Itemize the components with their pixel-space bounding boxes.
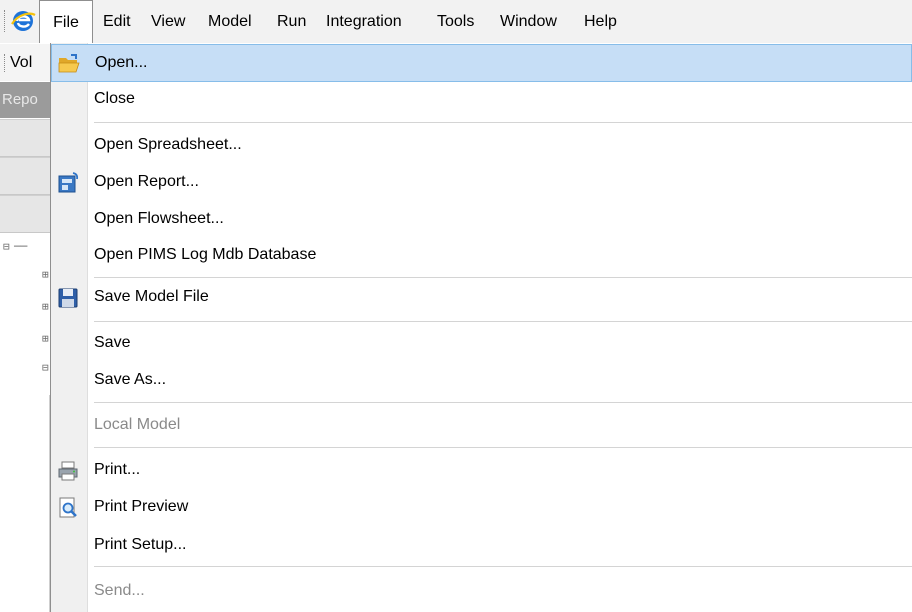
menu-separator [94,321,912,322]
menu-file[interactable]: File [39,0,93,43]
tree-expand-icon[interactable]: ⊞ [42,268,49,281]
menu-item-open-pims-log[interactable]: Open PIMS Log Mdb Database [51,237,912,275]
menu-item-open-spreadsheet[interactable]: Open Spreadsheet... [51,127,912,165]
menu-item-print-setup[interactable]: Print Setup... [51,527,912,565]
menu-window[interactable]: Window [500,0,557,43]
menu-view[interactable]: View [151,0,185,43]
menu-item-print-preview[interactable]: Print Preview [51,489,912,527]
menu-item-label: Save As... [94,371,167,388]
printer-icon [58,461,78,481]
menu-item-label: Save [94,334,131,351]
menu-item-save-model-file[interactable]: Save Model File [51,279,912,317]
menu-item-label: Close [94,90,135,107]
report-icon [58,172,79,193]
menu-run[interactable]: Run [277,0,306,43]
floppy-disk-icon [58,288,78,308]
menu-separator [94,402,912,403]
menu-item-label: Print... [94,461,141,478]
toolbar-grip[interactable] [4,54,5,72]
tree-expand-icon[interactable]: ⊞ [42,332,49,345]
menu-item-label: Open Report... [94,173,199,190]
tree-collapse-icon[interactable]: ⊟ [42,361,49,374]
menu-item-open-flowsheet[interactable]: Open Flowsheet... [51,201,912,239]
tree-branch-line: ── [14,240,28,253]
app-logo-icon[interactable] [10,9,36,33]
menu-model[interactable]: Model [208,0,252,43]
menu-item-save[interactable]: Save [51,325,912,363]
menu-item-label: Send... [94,582,145,599]
toolbar-grip[interactable] [4,10,7,32]
menu-item-open-report[interactable]: Open Report... [51,164,912,202]
menu-item-label: Open Spreadsheet... [94,136,242,153]
menu-separator [94,566,912,567]
menu-item-label: Print Preview [94,498,189,515]
menu-separator [94,447,912,448]
menu-edit[interactable]: Edit [103,0,131,43]
menu-item-send: Send... [51,573,912,611]
menu-separator [94,277,912,278]
menu-item-label: Open Flowsheet... [94,210,224,227]
menu-item-close[interactable]: Close [51,81,912,119]
menu-tools[interactable]: Tools [437,0,474,43]
menu-item-print[interactable]: Print... [51,452,912,490]
menu-bar: File Edit View Model Run Integration Too… [0,0,912,43]
menu-item-open[interactable]: Open... [51,44,912,82]
menu-item-save-as[interactable]: Save As... [51,362,912,400]
menu-item-label: Open... [95,54,148,71]
menu-separator [94,122,912,123]
toolbar-combo-text[interactable]: Vol [10,44,32,81]
print-preview-icon [59,497,77,518]
tree-collapse-icon[interactable]: ⊟ [3,240,10,253]
menu-item-label: Save Model File [94,288,209,305]
menu-help[interactable]: Help [584,0,617,43]
menu-integration[interactable]: Integration [326,0,402,43]
menu-item-label: Local Model [94,416,181,433]
folder-open-icon [58,54,80,73]
menu-item-local-model: Local Model [51,407,912,445]
tree-expand-icon[interactable]: ⊞ [42,300,49,313]
file-menu-dropdown: Open... Close Open Spreadsheet... Open R… [50,43,912,612]
menu-item-label: Print Setup... [94,536,187,553]
menu-item-label: Open PIMS Log Mdb Database [94,246,317,263]
